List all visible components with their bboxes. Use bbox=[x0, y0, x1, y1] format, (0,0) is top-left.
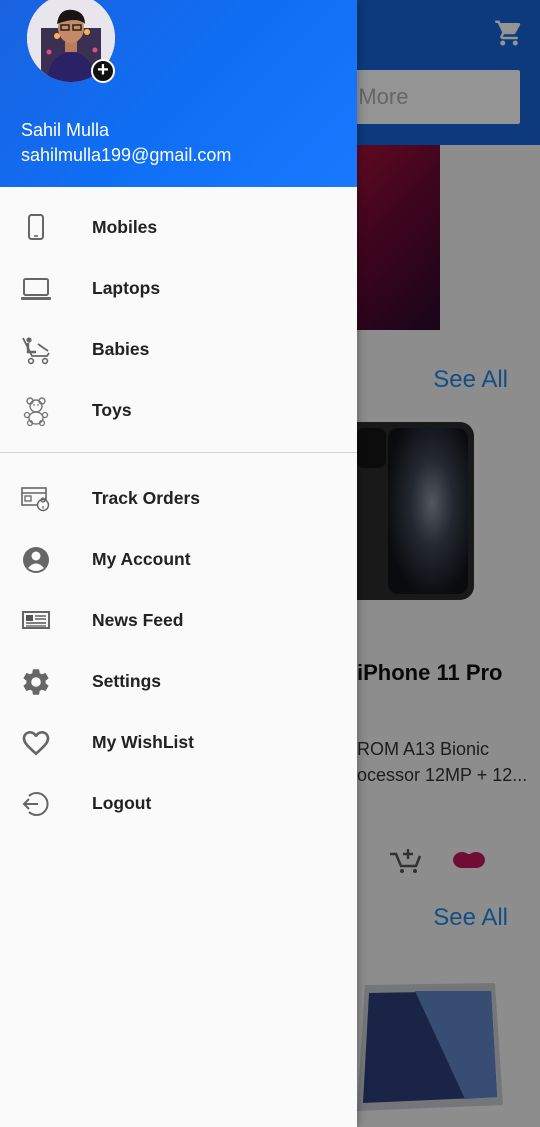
menu-item-logout[interactable]: Logout bbox=[0, 773, 357, 834]
menu-item-label: Mobiles bbox=[92, 217, 158, 237]
user-email: sahilmulla199@gmail.com bbox=[21, 145, 232, 165]
menu-item-mobiles[interactable]: Mobiles bbox=[0, 197, 357, 258]
menu-item-label: Laptops bbox=[92, 278, 161, 298]
navigation-drawer: + Sahil Mulla sahilmulla199@gmail.com Mo… bbox=[0, 0, 357, 1127]
menu-item-my-wishlist[interactable]: My WishList bbox=[0, 712, 357, 773]
gear-icon bbox=[23, 669, 49, 695]
menu-item-label: My Account bbox=[92, 549, 191, 569]
menu-item-settings[interactable]: Settings bbox=[0, 651, 357, 712]
menu-item-label: News Feed bbox=[92, 610, 184, 630]
teddy-bear-icon bbox=[23, 397, 49, 427]
newspaper-icon bbox=[22, 611, 50, 629]
menu-item-label: Logout bbox=[92, 793, 152, 813]
menu-item-label: Track Orders bbox=[92, 488, 200, 508]
menu-item-label: Babies bbox=[92, 339, 150, 359]
account-circle-icon bbox=[23, 547, 49, 573]
menu-item-babies[interactable]: Babies bbox=[0, 319, 357, 380]
menu-item-toys[interactable]: Toys bbox=[0, 380, 357, 441]
menu-item-track-orders[interactable]: Track Orders bbox=[0, 468, 357, 529]
laptop-icon bbox=[21, 278, 51, 300]
add-photo-icon[interactable]: + bbox=[91, 59, 115, 83]
menu-item-my-account[interactable]: My Account bbox=[0, 529, 357, 590]
menu-item-label: My WishList bbox=[92, 732, 194, 752]
drawer-menu: Mobiles Laptops Babies Toys Track Orders… bbox=[0, 197, 357, 834]
heart-icon bbox=[22, 731, 50, 756]
track-orders-icon bbox=[21, 487, 50, 512]
menu-item-label: Toys bbox=[92, 400, 132, 420]
menu-divider bbox=[0, 452, 357, 453]
menu-item-laptops[interactable]: Laptops bbox=[0, 258, 357, 319]
menu-item-news-feed[interactable]: News Feed bbox=[0, 590, 357, 651]
stroller-icon bbox=[22, 337, 50, 365]
drawer-header: + Sahil Mulla sahilmulla199@gmail.com bbox=[0, 0, 357, 187]
logout-icon bbox=[22, 792, 49, 816]
mobile-icon bbox=[28, 214, 44, 240]
menu-item-label: Settings bbox=[92, 671, 162, 691]
user-name: Sahil Mulla bbox=[21, 120, 110, 140]
